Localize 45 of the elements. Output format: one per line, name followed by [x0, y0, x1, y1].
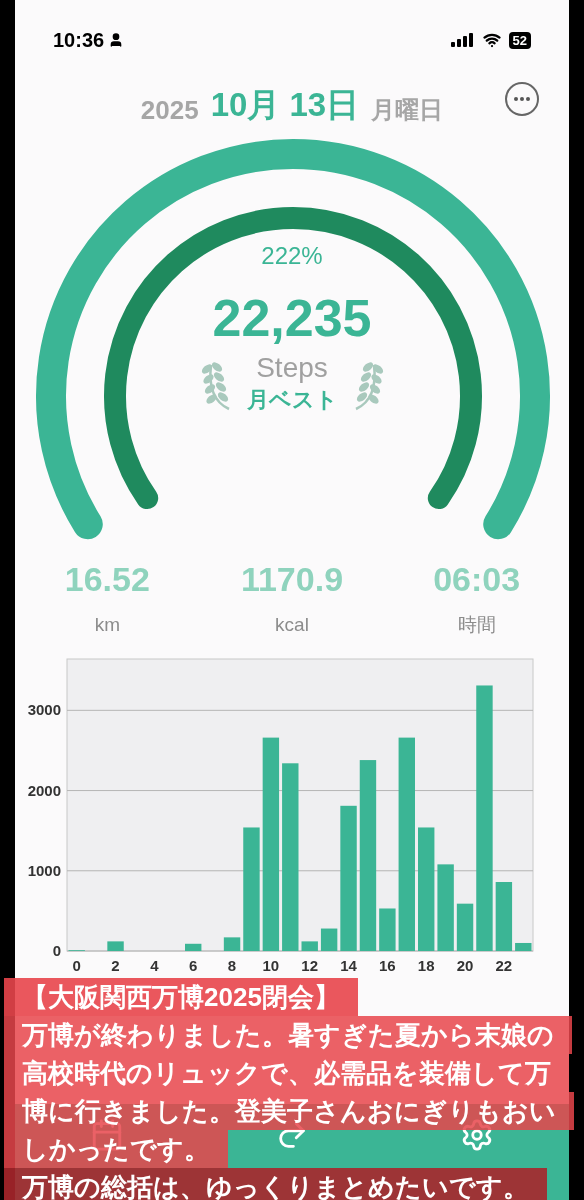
stat-label: 時間 — [457, 612, 496, 637]
x-tick-label: 22 — [495, 957, 513, 974]
y-tick-label: 3000 — [27, 701, 61, 719]
date-weekday: 月曜日 — [371, 94, 444, 125]
date-day: 10月 13日 — [210, 80, 360, 130]
x-tick-label: 2 — [111, 957, 120, 974]
monthly-best-label: 月ベスト — [246, 386, 338, 415]
x-tick-label: 16 — [379, 957, 396, 974]
y-tick-label: 0 — [52, 942, 61, 959]
steps-unit: Steps — [256, 352, 328, 384]
caption-title-toast: 【大阪関西万博2025閉会】 — [4, 978, 358, 1016]
goal-percent: 222% — [261, 240, 323, 271]
x-tick-label: 12 — [301, 957, 319, 974]
bar — [515, 943, 532, 951]
caption-line-toast: しかったです。 — [4, 1130, 228, 1168]
stat-label: km — [94, 612, 120, 637]
wifi-icon — [482, 31, 501, 49]
caption-line-toast: 万博が終わりました。暑すぎた夏から末娘の — [4, 1016, 572, 1054]
bar — [107, 941, 124, 951]
x-tick-label: 18 — [417, 957, 435, 974]
more-button[interactable] — [505, 82, 539, 116]
stat-value: 1170.9 — [240, 558, 344, 600]
status-time: 10:36 — [53, 28, 105, 53]
battery-indicator: 52 — [508, 31, 531, 49]
caption-line-toast: 博に行きました。登美子さんおにぎりもおい — [4, 1092, 574, 1130]
x-tick-label: 10 — [262, 957, 280, 974]
date-year: 2025 — [140, 93, 199, 127]
y-tick-label: 2000 — [27, 781, 61, 799]
more-icon — [514, 97, 530, 101]
bar — [301, 941, 318, 951]
x-tick-label: 4 — [150, 957, 159, 974]
bar — [379, 908, 396, 951]
caption-line-toast: 高校時代のリュックで、必需品を装備して万 — [4, 1054, 569, 1092]
x-tick-label: 14 — [340, 957, 357, 974]
y-tick-label: 1000 — [27, 861, 61, 879]
stat-label: kcal — [275, 612, 309, 637]
stat-value: 16.52 — [64, 558, 150, 600]
x-tick-label: 20 — [456, 957, 474, 974]
bar — [185, 943, 202, 951]
x-tick-label: 8 — [227, 957, 237, 974]
step-count: 22,235 — [212, 289, 372, 347]
x-tick-label: 0 — [72, 957, 81, 974]
stat-value: 06:03 — [433, 558, 521, 600]
signal-icon — [450, 33, 475, 47]
x-tick-label: 6 — [189, 957, 198, 974]
